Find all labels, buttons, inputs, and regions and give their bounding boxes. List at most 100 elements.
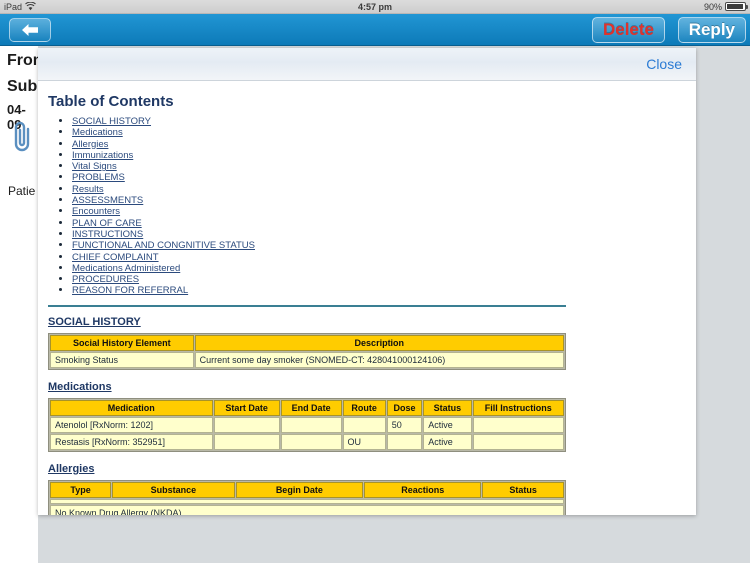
mail-message-pane: From Sub: 04-09 Patie [0, 46, 47, 563]
toc-link[interactable]: Immunizations [72, 150, 133, 161]
toc-item: Results [72, 184, 682, 195]
table-row: Smoking Status Current some day smoker (S… [50, 351, 564, 368]
attachment-preview-modal: Close Table of Contents SOCIAL HISTORYMe… [38, 48, 696, 515]
table-wrapper-allergies: Type Substance Begin Date Reactions Status No… [48, 479, 682, 515]
toc-item: REASON FOR REFERRAL [72, 285, 682, 296]
table-cell [386, 433, 423, 450]
toc-item: CHIEF COMPLAINT [72, 252, 682, 263]
section-divider [48, 304, 566, 307]
toc-link[interactable]: PLAN OF CARE [72, 218, 142, 229]
ccd-sections: SOCIAL HISTORY Social History Element Desc… [42, 316, 682, 515]
status-bar-right: 90% [703, 1, 748, 12]
column-header: Start Date [213, 399, 280, 416]
table-cell [472, 433, 564, 450]
column-header: Reactions [364, 481, 482, 498]
toc-list: SOCIAL HISTORYMedicationsAllergiesImmuni… [72, 116, 682, 297]
toc-item: Allergies [72, 139, 682, 150]
toc-link[interactable]: SOCIAL HISTORY [72, 116, 151, 127]
toc-link[interactable]: CHIEF COMPLAINT [72, 252, 159, 263]
mail-navigation-bar: Delete Reply [0, 14, 750, 46]
toc-link[interactable]: Medications Administered [72, 263, 180, 274]
column-header: Description [194, 334, 564, 351]
table-cell: Atenolol [RxNorm: 1202] [50, 416, 213, 433]
battery-percent-label: 90% [703, 1, 722, 12]
ccd-document: Table of Contents SOCIAL HISTORYMedicati… [38, 93, 696, 515]
section-heading-allergies: Allergies [48, 462, 95, 475]
table-cell [213, 433, 280, 450]
toc-item: SOCIAL HISTORY [72, 116, 682, 127]
ipad-mail-screen: iPad 4:57 pm 90% Delete Reply From Sub: … [0, 0, 750, 563]
toc-link[interactable]: Vital Signs [72, 161, 117, 172]
table-medications: Medication Start Date End Date Route Dose Sta… [48, 397, 566, 452]
table-social-history: Social History Element Description Smoking… [48, 332, 566, 370]
column-header: Begin Date [235, 481, 364, 498]
column-header: Status [423, 399, 472, 416]
close-button[interactable]: Close [646, 56, 682, 72]
toc-link[interactable]: REASON FOR REFERRAL [72, 285, 188, 296]
toc-item: Medications [72, 127, 682, 138]
toc-item: FUNCTIONAL AND CONGNITIVE STATUS [72, 240, 682, 251]
delete-button[interactable]: Delete [591, 17, 665, 43]
toc-link[interactable]: Allergies [72, 139, 108, 150]
table-cell: OU [342, 433, 386, 450]
toc-item: Encounters [72, 206, 682, 217]
column-header: Route [342, 399, 386, 416]
toc-item: ASSESSMENTS [72, 195, 682, 206]
table-cell [50, 498, 564, 504]
table-header-row: Medication Start Date End Date Route Dose Sta… [50, 399, 564, 416]
table-cell [342, 416, 386, 433]
modal-header: Close [38, 48, 696, 81]
table-cell: 50 [386, 416, 423, 433]
toc-link[interactable]: Medications [72, 127, 123, 138]
table-wrapper-medications: Medication Start Date End Date Route Dose Sta… [48, 397, 682, 452]
column-header: Substance [112, 481, 235, 498]
table-row: Restasis [RxNorm: 352951] OU Active [50, 433, 564, 450]
toc-link[interactable]: Results [72, 184, 104, 195]
table-header-row: Type Substance Begin Date Reactions Status [50, 481, 564, 498]
column-header: Social History Element [50, 334, 194, 351]
ios-status-bar: iPad 4:57 pm 90% [0, 0, 750, 14]
toc-item: PLAN OF CARE [72, 218, 682, 229]
toc-item: Medications Administered [72, 263, 682, 274]
table-cell: Restasis [RxNorm: 352951] [50, 433, 213, 450]
toc-item: Immunizations [72, 150, 682, 161]
toc-item: INSTRUCTIONS [72, 229, 682, 240]
table-note-cell: No Known Drug Allergy (NKDA) [50, 504, 564, 515]
modal-body[interactable]: Table of Contents SOCIAL HISTORYMedicati… [38, 81, 696, 515]
column-header: End Date [280, 399, 342, 416]
toc-item: PROCEDURES [72, 274, 682, 285]
toc-link[interactable]: ASSESSMENTS [72, 195, 143, 206]
column-header: Dose [386, 399, 423, 416]
toc-link[interactable]: PROCEDURES [72, 274, 139, 285]
table-cell [213, 416, 280, 433]
column-header: Type [50, 481, 112, 498]
section-heading-medications: Medications [48, 380, 112, 393]
table-cell [472, 416, 564, 433]
toc-link[interactable]: FUNCTIONAL AND CONGNITIVE STATUS [72, 240, 255, 251]
table-cell [280, 433, 342, 450]
table-cell: Active [423, 416, 472, 433]
table-cell [280, 416, 342, 433]
section-heading-social-history: SOCIAL HISTORY [48, 315, 141, 328]
reply-button[interactable]: Reply [677, 17, 746, 43]
table-wrapper-social-history: Social History Element Description Smoking… [48, 332, 682, 370]
back-button[interactable] [9, 18, 51, 42]
table-cell: Current some day smoker (SNOMED-CT: 4280… [194, 351, 564, 368]
mail-patient-label: Patie [8, 184, 36, 198]
column-header: Medication [50, 399, 213, 416]
toc-link[interactable]: INSTRUCTIONS [72, 229, 143, 240]
battery-icon [725, 2, 748, 11]
paperclip-icon[interactable] [8, 120, 36, 159]
table-cell: Smoking Status [50, 351, 194, 368]
table-row: Atenolol [RxNorm: 1202] 50 Active [50, 416, 564, 433]
table-cell: Active [423, 433, 472, 450]
column-header: Status [482, 481, 564, 498]
status-bar-clock: 4:57 pm [357, 1, 392, 12]
back-arrow-icon [21, 23, 39, 37]
toc-item: Vital Signs [72, 161, 682, 172]
toc-link[interactable]: PROBLEMS [72, 172, 125, 183]
toc-item: PROBLEMS [72, 172, 682, 183]
table-blank-row [50, 498, 564, 504]
toc-title: Table of Contents [48, 93, 174, 110]
toc-link[interactable]: Encounters [72, 206, 120, 217]
